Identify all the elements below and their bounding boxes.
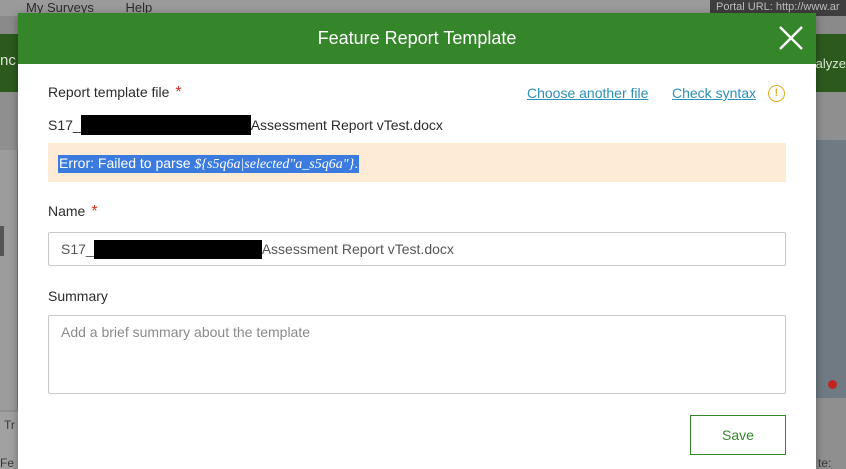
error-message: Error: Failed to parse ${s5q6a|selected"… bbox=[58, 155, 360, 173]
dialog-header: Feature Report Template bbox=[18, 13, 816, 64]
background-label-tr: Tr bbox=[4, 418, 15, 432]
background-sidebar bbox=[0, 150, 18, 410]
name-label-row: Name * bbox=[48, 203, 98, 221]
filename-prefix: S17_ bbox=[48, 117, 81, 133]
error-expression: ${s5q6a|selected"a_s5q6a"} bbox=[194, 157, 355, 172]
background-label-fe: Fe bbox=[0, 456, 15, 469]
template-file-label-row: Report template file * bbox=[48, 84, 182, 102]
redacted-block bbox=[80, 115, 251, 135]
map-marker-icon bbox=[828, 380, 837, 389]
error-message-box: Error: Failed to parse ${s5q6a|selected"… bbox=[48, 143, 786, 182]
background-sidebar-button bbox=[0, 226, 4, 256]
name-input[interactable]: S17_ Assessment Report vTest.docx bbox=[48, 232, 786, 266]
summary-textarea[interactable] bbox=[48, 315, 786, 394]
template-filename: S17_ Assessment Report vTest.docx bbox=[48, 115, 443, 135]
name-value-prefix: S17_ bbox=[61, 241, 94, 257]
background-map bbox=[816, 140, 846, 398]
warning-icon: ! bbox=[768, 85, 785, 102]
error-suffix: . bbox=[354, 155, 359, 171]
save-button[interactable]: Save bbox=[690, 415, 786, 455]
summary-label: Summary bbox=[48, 288, 108, 304]
required-asterisk: * bbox=[175, 84, 182, 101]
background-header-text-right: alyze bbox=[815, 56, 846, 71]
template-file-label: Report template file bbox=[48, 84, 170, 100]
name-value-suffix: Assessment Report vTest.docx bbox=[261, 241, 454, 257]
name-label: Name bbox=[48, 203, 86, 219]
feature-report-template-dialog: Feature Report Template Report template … bbox=[18, 13, 816, 469]
close-icon[interactable] bbox=[778, 25, 804, 51]
choose-another-file-link[interactable]: Choose another file bbox=[527, 85, 648, 101]
background-header-text-left: nc bbox=[0, 52, 16, 69]
redacted-block bbox=[93, 239, 262, 259]
filename-suffix: Assessment Report vTest.docx bbox=[250, 117, 443, 133]
background-label-te: te: bbox=[818, 456, 832, 469]
check-syntax-link[interactable]: Check syntax bbox=[672, 85, 756, 101]
dialog-title: Feature Report Template bbox=[317, 28, 517, 48]
error-prefix: Error: Failed to parse bbox=[59, 155, 195, 171]
required-asterisk: * bbox=[91, 203, 98, 220]
